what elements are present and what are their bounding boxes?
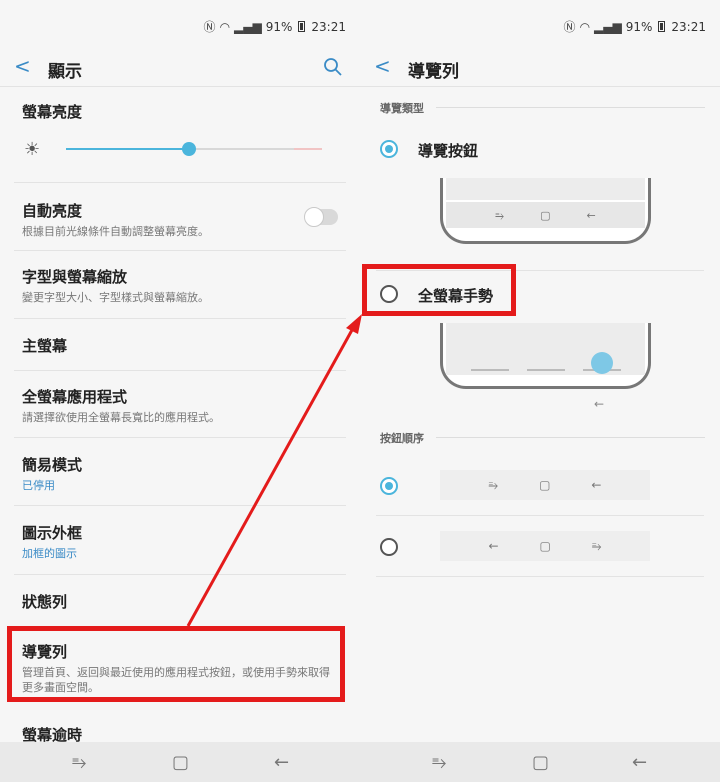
back-icon[interactable]: ← (632, 752, 647, 773)
radio-order-2[interactable] (380, 538, 398, 556)
clock: 23:21 (311, 19, 346, 34)
nfc-icon: Ⓝ (563, 20, 576, 34)
brightness-label: 螢幕亮度 (22, 103, 83, 121)
battery-icon (298, 21, 306, 32)
search-icon[interactable] (322, 56, 344, 78)
button-order-section-label: 按鈕順序 (380, 432, 424, 445)
back-icon: ← (488, 539, 499, 553)
clock: 23:21 (671, 19, 706, 34)
back-icon: ← (591, 478, 602, 492)
app-bar: < 顯示 (0, 48, 360, 88)
auto-brightness-toggle[interactable] (304, 207, 338, 227)
page-title: 導覽列 (408, 62, 459, 82)
brightness-slider-thumb[interactable] (181, 142, 196, 156)
list-item[interactable]: 全螢幕應用程式 請選擇欲使用全螢幕長寬比的應用程式。 (22, 386, 346, 425)
recents-icon[interactable]: ⥱ (432, 752, 446, 773)
recents-icon[interactable]: ⥱ (72, 752, 86, 773)
button-order-preview-2[interactable]: ← ▢ ⥱ (440, 531, 650, 561)
sun-icon: ☀ (24, 139, 41, 160)
list-item[interactable]: 簡易模式 已停用 (22, 454, 346, 493)
nav-type-section-label: 導覽類型 (380, 102, 424, 115)
back-icon: ← (586, 209, 596, 222)
display-settings-pane: Ⓝ ◠ ▂▄▆ 91% 23:21 < 顯示 螢幕亮度 ☀ 自動亮度 根據目前光… (0, 0, 360, 744)
status-bar: Ⓝ ◠ ▂▄▆ 91% 23:21 (0, 0, 360, 52)
battery-icon (658, 21, 666, 32)
system-navigation-bar: ⥱ ▢ ← ⥱ ▢ ← (0, 742, 720, 782)
status-bar: Ⓝ ◠ ▂▄▆ 91% 23:21 (360, 0, 720, 52)
list-item[interactable]: 自動亮度 根據目前光線條件自動調整螢幕亮度。 (22, 200, 346, 239)
home-icon[interactable]: ▢ (532, 752, 549, 773)
recents-icon: ⥱ (591, 538, 602, 553)
button-order-preview-1[interactable]: ⥱ ▢ ← (440, 470, 650, 500)
nfc-icon: Ⓝ (203, 20, 216, 34)
wifi-icon: ◠ (579, 19, 591, 34)
list-item[interactable]: 圖示外框 加框的圖示 (22, 522, 346, 561)
list-item[interactable]: 狀態列 (22, 591, 346, 612)
back-icon[interactable]: ← (274, 752, 289, 773)
radio-nav-buttons[interactable] (380, 140, 398, 158)
home-icon[interactable]: ▢ (172, 752, 189, 773)
radio-order-1[interactable] (380, 477, 398, 495)
signal-icon: ▂▄▆ (594, 19, 622, 34)
battery-percent: 91% (625, 19, 653, 34)
home-icon: ▢ (539, 539, 551, 553)
signal-icon: ▂▄▆ (234, 19, 262, 34)
gesture-touch-indicator (591, 352, 613, 374)
list-item[interactable]: 主螢幕 (22, 335, 346, 356)
list-item[interactable]: 字型與螢幕縮放 變更字型大小、字型樣式與螢幕縮放。 (22, 266, 346, 305)
wifi-icon: ◠ (219, 19, 231, 34)
home-icon: ▢ (539, 478, 551, 492)
brightness-slider[interactable] (66, 142, 322, 156)
recents-icon: ⥱ (488, 477, 499, 492)
option-nav-buttons-label: 導覽按鈕 (418, 142, 479, 160)
back-icon[interactable]: < (374, 56, 391, 76)
nav-buttons-preview: ⥱ ▢ ← (440, 178, 651, 244)
highlight-box-full-screen-gestures (362, 264, 516, 316)
highlight-box-navigation-bar (7, 626, 345, 702)
navigation-bar-settings-pane: Ⓝ ◠ ▂▄▆ 91% 23:21 < 導覽列 導覽類型 導覽按鈕 ⥱ ▢ ← … (360, 0, 720, 742)
home-icon: ▢ (540, 209, 551, 222)
recents-icon: ⥱ (495, 209, 505, 222)
battery-percent: 91% (265, 19, 293, 34)
back-icon[interactable]: < (14, 56, 31, 76)
gesture-preview (440, 323, 651, 389)
page-title: 顯示 (48, 62, 82, 82)
gesture-back-hint-icon: ← (594, 397, 605, 411)
app-bar: < 導覽列 (360, 48, 720, 88)
brightness-row: 螢幕亮度 (22, 101, 346, 122)
